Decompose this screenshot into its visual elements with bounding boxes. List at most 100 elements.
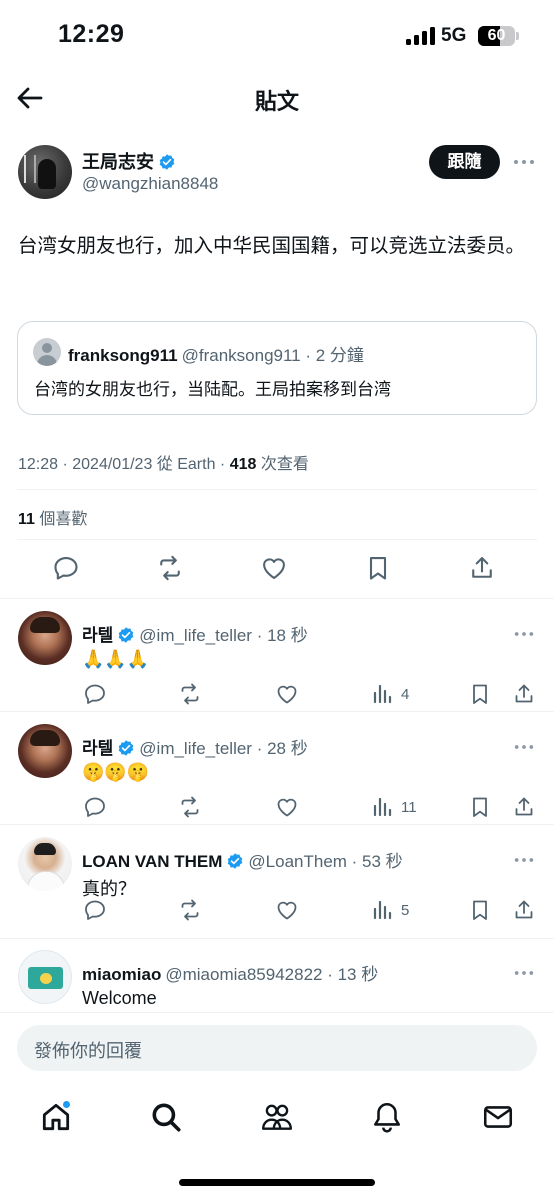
reply-handle-time: @im_life_teller · 18 秒 bbox=[139, 626, 308, 645]
share-icon bbox=[515, 900, 533, 919]
retweet-icon bbox=[181, 796, 199, 818]
reply-more-button[interactable] bbox=[512, 736, 536, 758]
page-title: 貼文 bbox=[254, 89, 299, 114]
views-button[interactable]: 11 bbox=[371, 794, 417, 820]
bookmark-button[interactable] bbox=[468, 897, 492, 923]
reply-input[interactable]: 發佈你的回覆 bbox=[17, 1025, 537, 1071]
share-button[interactable] bbox=[512, 897, 536, 923]
author-name[interactable]: 王局志安 bbox=[82, 148, 176, 174]
signal-icon bbox=[406, 27, 436, 45]
reply-author-name[interactable]: LOAN VAN THEM bbox=[82, 852, 222, 871]
views-chart-icon bbox=[373, 900, 392, 920]
retweet-button[interactable] bbox=[178, 897, 202, 923]
divider bbox=[0, 938, 554, 939]
tab-home[interactable] bbox=[36, 1097, 76, 1137]
battery-icon: 60 bbox=[478, 26, 515, 46]
reply-author-name[interactable]: 라텔 bbox=[82, 739, 113, 758]
like-button[interactable] bbox=[275, 681, 299, 707]
share-button[interactable] bbox=[468, 554, 500, 586]
reply-button[interactable] bbox=[52, 554, 84, 586]
retweet-button[interactable] bbox=[178, 794, 202, 820]
bottom-tab-bar bbox=[0, 1084, 554, 1199]
views-button[interactable]: 5 bbox=[371, 897, 409, 923]
likes-label: 個喜歡 bbox=[34, 511, 88, 528]
share-button[interactable] bbox=[512, 794, 536, 820]
reply-more-button[interactable] bbox=[512, 623, 536, 645]
tab-notifications[interactable] bbox=[367, 1097, 407, 1137]
reply-author-name[interactable]: miaomiao bbox=[82, 965, 161, 984]
reply-button[interactable] bbox=[83, 681, 107, 707]
verified-badge-icon bbox=[118, 627, 134, 643]
search-icon bbox=[152, 1103, 181, 1132]
views-count: 11 bbox=[401, 798, 417, 816]
notification-dot bbox=[62, 1100, 71, 1109]
retweet-button[interactable] bbox=[178, 681, 202, 707]
bell-icon bbox=[374, 1102, 400, 1133]
verified-badge-icon bbox=[159, 154, 175, 170]
more-dots-icon bbox=[514, 745, 534, 749]
view-label: 次查看 bbox=[256, 456, 309, 473]
reply-item[interactable]: LOAN VAN THEM @LoanThem · 53 秒 真的？ 5 bbox=[0, 837, 554, 937]
home-indicator bbox=[179, 1179, 375, 1186]
views-chart-icon bbox=[373, 684, 392, 704]
reply-icon bbox=[54, 557, 78, 580]
reply-avatar[interactable] bbox=[18, 837, 72, 891]
quoted-tweet[interactable]: franksong911 @franksong911 · 2 分鐘 台湾的女朋友也… bbox=[17, 321, 537, 415]
reply-button[interactable] bbox=[83, 794, 107, 820]
reply-handle-time: @LoanThem · 53 秒 bbox=[248, 852, 403, 871]
reply-actions: 11 bbox=[0, 794, 554, 820]
reply-handle-time: @miaomia85942822 · 13 秒 bbox=[165, 965, 379, 984]
likes-summary[interactable]: 11 個喜歡 bbox=[18, 505, 87, 529]
bookmark-icon bbox=[473, 797, 487, 817]
bookmark-button[interactable] bbox=[468, 681, 492, 707]
avatar-calligraphy bbox=[24, 155, 36, 183]
more-options-button[interactable] bbox=[512, 150, 536, 174]
network-label: 5G bbox=[441, 25, 467, 46]
like-button[interactable] bbox=[275, 794, 299, 820]
reply-actions: 5 bbox=[0, 897, 554, 923]
quote-avatar bbox=[33, 338, 61, 366]
share-button[interactable] bbox=[512, 681, 536, 707]
tab-communities[interactable] bbox=[257, 1097, 297, 1137]
divider bbox=[0, 824, 554, 825]
reply-more-button[interactable] bbox=[512, 962, 536, 984]
tab-search[interactable] bbox=[146, 1097, 186, 1137]
reply-avatar[interactable] bbox=[18, 724, 72, 778]
divider bbox=[17, 539, 537, 540]
heart-icon bbox=[277, 798, 297, 817]
reply-icon bbox=[85, 797, 105, 817]
author-avatar[interactable] bbox=[18, 145, 72, 199]
mail-icon bbox=[483, 1106, 513, 1128]
reply-avatar[interactable] bbox=[18, 950, 72, 1004]
views-button[interactable]: 4 bbox=[371, 681, 409, 707]
post-meta: 12:28 · 2024/01/23 從 Earth · 418 次查看 bbox=[18, 450, 309, 474]
heart-icon bbox=[277, 685, 297, 704]
reply-item[interactable]: miaomiao @miaomia85942822 · 13 秒 Welcome bbox=[0, 950, 554, 1012]
retweet-button[interactable] bbox=[156, 554, 188, 586]
reply-button[interactable] bbox=[83, 897, 107, 923]
check-icon bbox=[40, 973, 52, 984]
author-handle[interactable]: @wangzhian8848 bbox=[82, 174, 218, 194]
more-dots-icon bbox=[514, 971, 534, 975]
like-button[interactable] bbox=[275, 897, 299, 923]
reply-avatar[interactable] bbox=[18, 611, 72, 665]
divider bbox=[0, 598, 554, 599]
tab-messages[interactable] bbox=[478, 1097, 518, 1137]
reply-header: 라텔 @im_life_teller · 18 秒 bbox=[82, 621, 308, 646]
reply-item[interactable]: 라텔 @im_life_teller · 28 秒 🤫🤫🤫 11 bbox=[0, 724, 554, 824]
reply-author-name[interactable]: 라텔 bbox=[82, 626, 113, 645]
reply-actions: 4 bbox=[0, 681, 554, 707]
more-dots-icon bbox=[514, 858, 534, 862]
reply-text: Welcome bbox=[82, 988, 157, 1008]
avatar-figure bbox=[38, 159, 56, 189]
like-button[interactable] bbox=[260, 554, 292, 586]
post-author: 王局志安 @wangzhian8848 跟隨 bbox=[0, 142, 554, 202]
reply-item[interactable]: 라텔 @im_life_teller · 18 秒 🙏🙏🙏 4 bbox=[0, 611, 554, 711]
bookmark-button[interactable] bbox=[468, 794, 492, 820]
bookmark-button[interactable] bbox=[364, 554, 396, 586]
reply-more-button[interactable] bbox=[512, 849, 536, 871]
views-chart-icon bbox=[373, 797, 392, 817]
share-icon bbox=[515, 684, 533, 703]
follow-button[interactable]: 跟隨 bbox=[429, 145, 500, 179]
reply-handle-time: @im_life_teller · 28 秒 bbox=[139, 739, 308, 758]
